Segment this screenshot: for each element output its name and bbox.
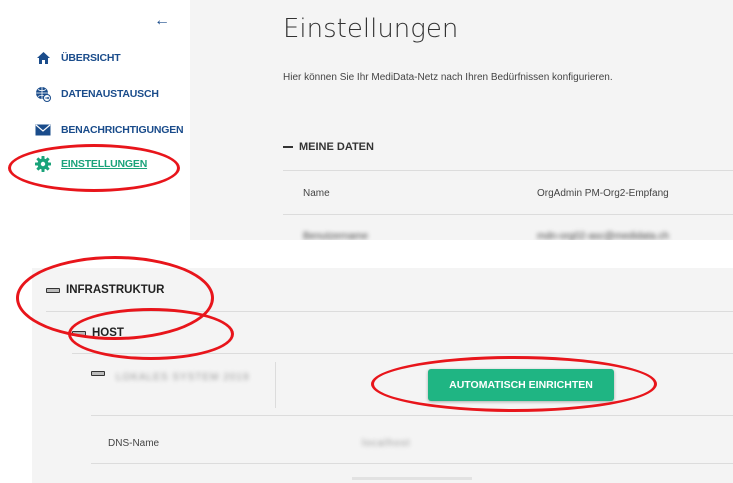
sidebar-item-label: BENACHRICHTIGUNGEN — [61, 124, 184, 136]
gear-icon — [35, 156, 51, 172]
dns-name-value: localhost — [362, 438, 411, 449]
settings-panel: Einstellungen Hier können Sie Ihr MediDa… — [190, 0, 733, 240]
column-divider — [275, 362, 276, 408]
sidebar-item-notifications[interactable]: BENACHRICHTIGUNGEN — [35, 122, 184, 138]
back-arrow-icon[interactable]: ← — [154, 12, 170, 30]
section-title: INFRASTRUKTUR — [66, 284, 165, 296]
row-divider — [46, 311, 733, 312]
infrastructure-panel: INFRASTRUKTUR HOST LOKALES SYSTEM 2019 A… — [32, 268, 733, 483]
system-toggle[interactable] — [91, 371, 105, 376]
section-title: HOST — [92, 327, 124, 339]
collapse-icon — [46, 287, 60, 293]
field-label-username: Benutzername — [303, 231, 369, 240]
sidebar-item-label: DATENAUSTAUSCH — [61, 88, 159, 100]
sidebar-item-label: EINSTELLUNGEN — [61, 158, 148, 170]
blurred-input — [352, 477, 472, 480]
row-divider — [72, 353, 733, 354]
row-divider — [91, 415, 733, 416]
page-description: Hier können Sie Ihr MediData-Netz nach I… — [283, 72, 613, 83]
envelope-icon — [35, 122, 51, 138]
collapse-icon — [72, 330, 86, 336]
row-divider — [283, 214, 733, 215]
sidebar-item-settings[interactable]: EINSTELLUNGEN — [35, 156, 147, 172]
collapse-icon — [91, 371, 105, 376]
field-label-name: Name — [303, 188, 330, 199]
auto-setup-button[interactable]: AUTOMATISCH EINRICHTEN — [428, 369, 614, 401]
sidebar: ← ÜBERSICHT DATENAUSTAUSCH BENACHRICHTIG… — [0, 0, 190, 240]
page-title: Einstellungen — [283, 14, 459, 44]
field-value-name: OrgAdmin PM-Org2-Empfang — [537, 188, 669, 199]
sidebar-item-overview[interactable]: ÜBERSICHT — [35, 50, 121, 66]
screenshot-root: ← ÜBERSICHT DATENAUSTAUSCH BENACHRICHTIG… — [0, 0, 733, 483]
home-icon — [35, 50, 51, 66]
section-toggle-my-data[interactable]: MEINE DATEN — [283, 141, 374, 153]
system-name: LOKALES SYSTEM 2019 — [116, 372, 250, 383]
field-value-username: mdn-org02-asc@medidata.ch — [537, 231, 669, 240]
row-divider — [283, 170, 733, 171]
globe-exchange-icon — [35, 86, 51, 102]
collapse-icon — [283, 146, 293, 148]
sidebar-item-data-exchange[interactable]: DATENAUSTAUSCH — [35, 86, 159, 102]
dns-name-label: DNS-Name — [108, 438, 160, 449]
row-divider — [91, 463, 733, 464]
section-title: MEINE DATEN — [299, 141, 374, 153]
section-toggle-infrastructure[interactable]: INFRASTRUKTUR — [46, 284, 164, 296]
section-toggle-host[interactable]: HOST — [72, 327, 124, 339]
sidebar-item-label: ÜBERSICHT — [61, 52, 121, 64]
